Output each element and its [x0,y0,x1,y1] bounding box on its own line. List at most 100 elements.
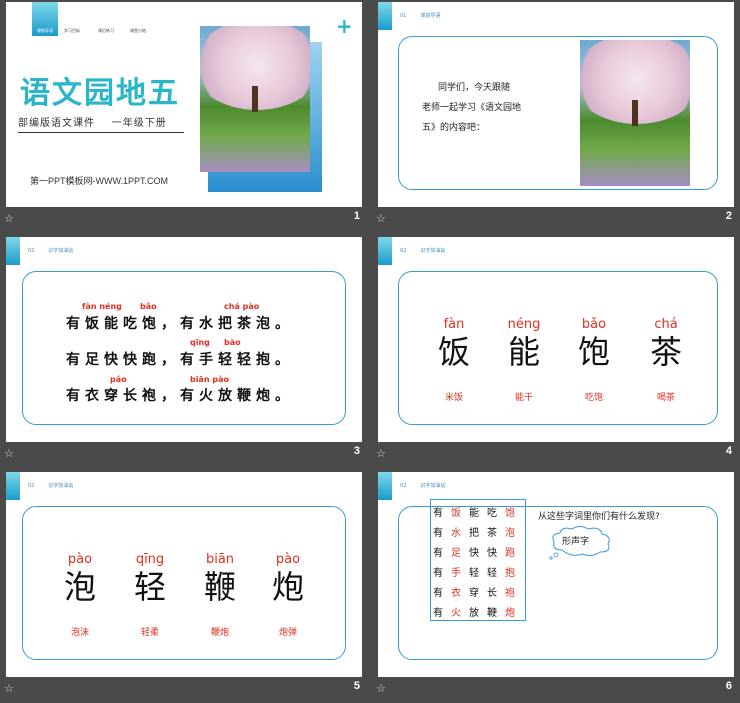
example-word: 喝茶 [656,393,675,403]
question-text: 从这些字词里你们有什么发现? [538,512,660,522]
nav-active-tab: 课前导语 [32,2,58,36]
header-title: 识字加油站 [48,483,74,489]
grid-char: 长 [487,588,497,599]
character: 泡 [63,568,96,606]
example-word: 炮弹 [278,628,297,638]
slide-footer: ☆ 5 [0,680,362,700]
pinyin-bao: bǎo [140,302,157,311]
header-index: 02 [28,483,35,489]
bubble-label: 形声字 [562,537,590,547]
intro-line-3: 五》的内容吧： [422,123,486,133]
slide-footer: ☆ 2 [372,210,734,230]
char-card: néng 能 能干 [494,317,554,403]
pinyin: néng [507,317,541,332]
grid-char: 饱 [505,508,515,519]
slide-thumbnail-1[interactable]: 课前导语 学习目标 课后练习 课堂小结 语文园地五 部编版语文课件 一年级下册 … [0,0,362,233]
example-word: 轻柔 [140,628,159,638]
char-card: biān 鞭 鞭炮 [190,552,250,638]
grid-char: 轻 [469,568,479,579]
slide-number: 5 [353,680,360,692]
char-card: chá 茶 喝茶 [636,317,696,403]
header-accent [378,2,392,30]
nav-label: 课前导语 [37,28,53,33]
header-index: 02 [400,483,407,489]
pinyin-cha-pao: chá pào [224,302,260,311]
star-icon[interactable]: ☆ [376,682,386,695]
grid-char: 轻 [487,568,497,579]
slide-header: 02 识字加油站 [28,482,87,489]
header-accent [378,472,392,500]
star-icon[interactable]: ☆ [4,447,14,460]
slide-canvas: 02 识字加油站 fàn 饭 米饭 néng 能 能干 bǎo 饱 吃饱 chá … [378,237,734,442]
divider [18,132,184,133]
grid-char: 快 [469,548,479,559]
character: 轻 [133,568,166,606]
plus-icon: + [336,14,353,38]
slide-canvas: 02 识字加油站 有饭能吃饱有水把茶泡有足快快跑有手轻轻抱有衣穿长袍有火放鞭炮 从… [378,472,734,677]
slide-thumbnail-4[interactable]: 02 识字加油站 fàn 饭 米饭 néng 能 能干 bǎo 饱 吃饱 chá … [372,235,734,468]
slide-number: 2 [725,210,732,222]
grid-char: 抱 [505,568,515,579]
star-icon[interactable]: ☆ [376,212,386,225]
intro-text: 同学们，今天跟随 老师一起学习《语文园地 五》的内容吧： [422,78,562,138]
example-word: 米饭 [444,393,463,403]
grid-row: 有水把茶泡 [431,520,525,540]
grid-row: 有衣穿长袍 [431,580,525,600]
pinyin-pao: páo [110,375,127,384]
char-card: qīng 轻 轻柔 [120,552,180,638]
grid-char: 有 [433,508,443,519]
slide-number: 4 [725,445,732,457]
char-card: fàn 饭 米饭 [424,317,484,403]
slide-footer: ☆ 6 [372,680,734,700]
slide-number: 1 [353,210,360,222]
grid-char: 跑 [505,548,515,559]
character: 能 [507,333,540,371]
nav-item-4: 课堂小结 [130,28,146,33]
example-word: 鞭炮 [210,628,229,638]
pinyin-qing: qīng [190,338,210,347]
character: 炮 [271,568,304,606]
grid-char: 有 [433,568,443,579]
grid-char: 炮 [505,608,515,619]
nav-item-3: 课后练习 [98,28,114,33]
pinyin: pào [275,552,301,567]
slide-header: 02 识字加油站 [28,247,87,254]
slide-footer: ☆ 4 [372,445,734,465]
sentence-2: 有足快快跑，有手轻轻抱。 [66,352,294,368]
grid-char: 把 [469,528,479,539]
example-word: 能干 [514,393,533,403]
nav-item-2: 学习目标 [64,28,80,33]
header-title: 识字加油站 [420,483,446,489]
slide-header: 01 课前导语 [400,12,454,19]
grid-char: 吃 [487,508,497,519]
grid-char: 能 [469,508,479,519]
header-accent [6,237,20,265]
star-icon[interactable]: ☆ [376,447,386,460]
example-word: 吃饱 [584,393,603,403]
site-credit: 第一PPT模板网-WWW.1PPT.COM [30,176,168,186]
slide-thumbnail-2[interactable]: 01 课前导语 同学们，今天跟随 老师一起学习《语文园地 五》的内容吧： ☆ 2 [372,0,734,233]
grid-row: 有火放鞭炮 [431,600,525,620]
star-icon[interactable]: ☆ [4,212,14,225]
slide-thumbnail-5[interactable]: 02 识字加油站 pào 泡 泡沫 qīng 轻 轻柔 biān 鞭 鞭炮 pào… [0,470,362,703]
slide-canvas: 课前导语 学习目标 课后练习 课堂小结 语文园地五 部编版语文课件 一年级下册 … [6,2,362,207]
grid-char: 有 [433,608,443,619]
grid-char: 穿 [469,588,479,599]
grid-char: 快 [487,548,497,559]
grid-char: 放 [469,608,479,619]
pinyin: chá [654,317,678,332]
tree-photo [580,40,690,186]
grid-char: 鞭 [487,608,497,619]
grid-char: 衣 [451,588,461,599]
slide-title: 语文园地五 [20,76,180,111]
grid-char: 茶 [487,528,497,539]
header-index: 02 [400,248,407,254]
slide-header: 02 识字加油站 [400,247,459,254]
slide-thumbnail-6[interactable]: 02 识字加油站 有饭能吃饱有水把茶泡有足快快跑有手轻轻抱有衣穿长袍有火放鞭炮 从… [372,470,734,703]
pinyin: pào [67,552,93,567]
pinyin: biān [205,552,235,567]
slide-canvas: 02 识字加油站 pào 泡 泡沫 qīng 轻 轻柔 biān 鞭 鞭炮 pào… [6,472,362,677]
grid-row: 有手轻轻抱 [431,560,525,580]
star-icon[interactable]: ☆ [4,682,14,695]
slide-thumbnail-3[interactable]: 02 识字加油站 fàn néng bǎo chá pào 有饭能吃饱，有水把茶泡… [0,235,362,468]
